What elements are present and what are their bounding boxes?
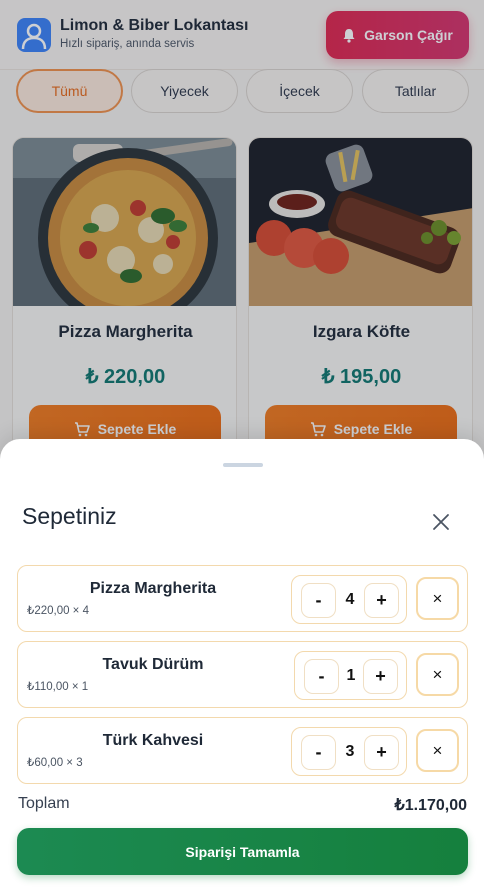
cart-item: Pizza Margherita ₺220,00 × 4 - 4 + × bbox=[17, 565, 468, 632]
increase-button[interactable]: + bbox=[363, 659, 398, 694]
quantity-value: 4 bbox=[345, 591, 355, 608]
cart-item-unit-price: ₺110,00 × 1 bbox=[27, 681, 89, 693]
cart-item-name: Tavuk Dürüm bbox=[102, 656, 204, 673]
quantity-stepper: - 3 + bbox=[291, 727, 407, 776]
quantity-value: 3 bbox=[345, 743, 355, 760]
quantity-stepper: - 1 + bbox=[294, 651, 407, 700]
quantity-value: 1 bbox=[346, 667, 356, 684]
total-label: Toplam bbox=[18, 795, 70, 812]
cart-title: Sepetiniz bbox=[22, 503, 117, 529]
remove-item-button[interactable]: × bbox=[416, 729, 459, 772]
cart-item: Türk Kahvesi ₺60,00 × 3 - 3 + × bbox=[17, 717, 468, 784]
remove-item-button[interactable]: × bbox=[416, 653, 459, 696]
cart-sheet: Sepetiniz Pizza Margherita ₺220,00 × 4 -… bbox=[0, 439, 484, 892]
cart-item-name: Pizza Margherita bbox=[89, 580, 217, 597]
drag-handle[interactable] bbox=[223, 463, 263, 467]
cart-item: Tavuk Dürüm ₺110,00 × 1 - 1 + × bbox=[17, 641, 468, 708]
increase-button[interactable]: + bbox=[364, 735, 399, 770]
cart-item-unit-price: ₺220,00 × 4 bbox=[27, 605, 89, 617]
decrease-button[interactable]: - bbox=[304, 659, 339, 694]
increase-button[interactable]: + bbox=[364, 583, 399, 618]
cart-item-unit-price: ₺60,00 × 3 bbox=[27, 757, 83, 769]
quantity-stepper: - 4 + bbox=[291, 575, 407, 624]
decrease-button[interactable]: - bbox=[301, 583, 336, 618]
checkout-button[interactable]: Siparişi Tamamla bbox=[17, 828, 468, 875]
cart-item-name: Türk Kahvesi bbox=[102, 732, 204, 749]
total-value: ₺1.170,00 bbox=[394, 797, 467, 814]
close-icon[interactable] bbox=[426, 507, 456, 537]
decrease-button[interactable]: - bbox=[301, 735, 336, 770]
remove-item-button[interactable]: × bbox=[416, 577, 459, 620]
